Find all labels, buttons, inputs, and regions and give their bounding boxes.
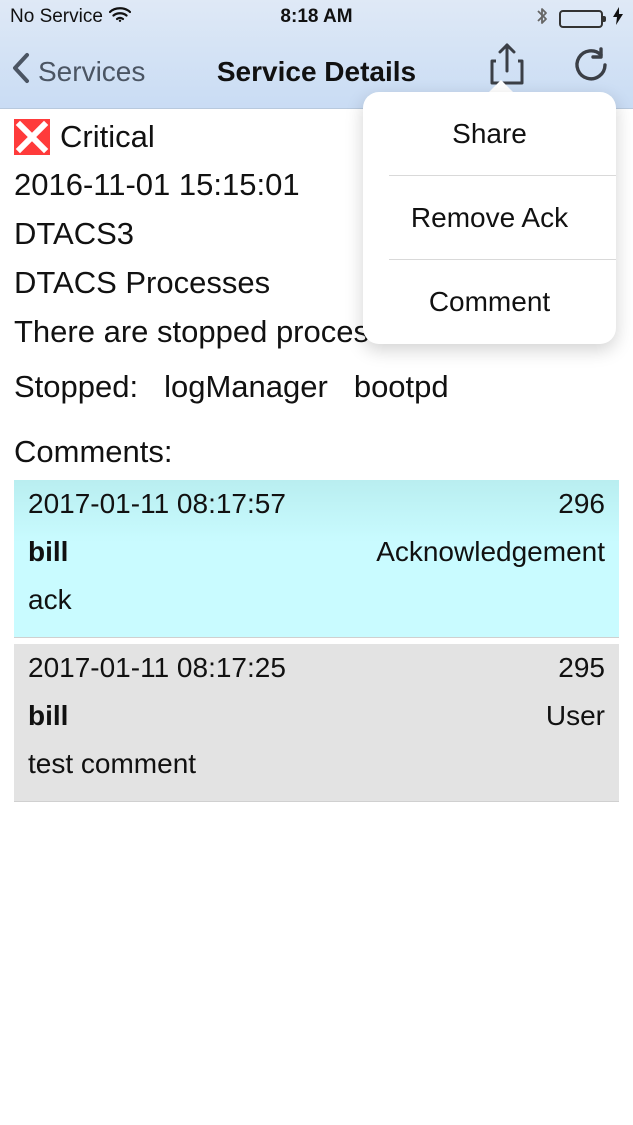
critical-icon — [14, 118, 50, 155]
stopped-item-logmanager: logManager — [164, 369, 328, 404]
comment-body: test comment — [28, 740, 605, 788]
status-right — [535, 6, 623, 32]
comments-list: 2017-01-11 08:17:57 296 bill Acknowledge… — [14, 480, 619, 802]
status-bar: No Service 8:18 AM — [0, 0, 633, 34]
comments-title: Comments: — [14, 434, 173, 469]
stopped-label: Stopped: — [14, 369, 139, 404]
comment-datetime: 2017-01-11 08:17:25 — [28, 652, 286, 683]
comment-id: 296 — [558, 488, 605, 519]
comment-item[interactable]: 2017-01-11 08:17:25 295 bill User test c… — [14, 644, 619, 802]
comment-text: test comment — [28, 748, 197, 779]
comment-body: ack — [28, 576, 605, 624]
comment-header: 2017-01-11 08:17:25 295 — [28, 644, 605, 692]
comment-item[interactable]: 2017-01-11 08:17:57 296 bill Acknowledge… — [14, 480, 619, 638]
comment-meta: bill Acknowledgement — [28, 528, 605, 576]
comment-datetime: 2017-01-11 08:17:57 — [28, 488, 286, 519]
stopped-row: Stopped: logManager bootpd — [14, 363, 619, 412]
menu-item-comment[interactable]: Comment — [363, 260, 616, 344]
actions-popover: Share Remove Ack Comment — [363, 92, 616, 344]
stopped-item-bootpd: bootpd — [353, 369, 449, 404]
refresh-icon — [571, 45, 611, 90]
charging-icon — [613, 7, 623, 31]
comment-id: 295 — [558, 652, 605, 683]
comment-author: bill — [28, 700, 69, 731]
comment-text: ack — [28, 584, 72, 615]
comment-meta: bill User — [28, 692, 605, 740]
refresh-button[interactable] — [571, 46, 611, 88]
comment-type: Acknowledgement — [376, 536, 605, 567]
comment-type: User — [545, 700, 605, 731]
menu-item-remove-ack[interactable]: Remove Ack — [363, 176, 616, 260]
comment-author: bill — [28, 536, 69, 567]
status-text: Critical — [60, 118, 155, 154]
menu-item-share[interactable]: Share — [363, 92, 616, 176]
bluetooth-icon — [535, 6, 549, 32]
comment-header: 2017-01-11 08:17:57 296 — [28, 480, 605, 528]
battery-icon — [559, 10, 606, 28]
